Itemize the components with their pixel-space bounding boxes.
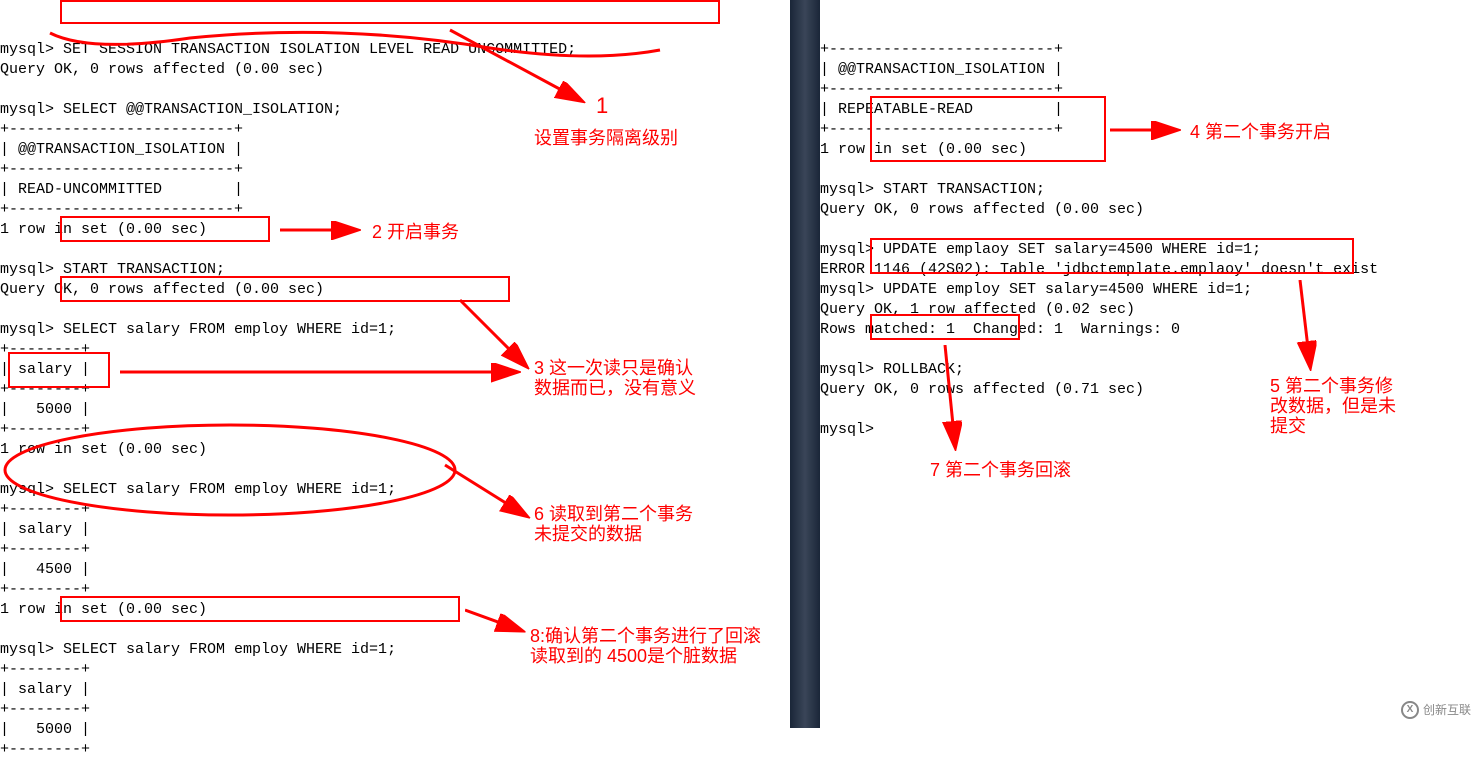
annot-4: 4 第二个事务开启 bbox=[1190, 122, 1331, 142]
hl-box-4 bbox=[870, 96, 1106, 162]
arrow-1 bbox=[430, 20, 610, 120]
annot-1-text: 设置事务隔离级别 bbox=[534, 128, 678, 148]
hl-box-5 bbox=[870, 238, 1354, 274]
hl-oval-6 bbox=[0, 420, 460, 520]
arrow-4 bbox=[1110, 120, 1190, 140]
hl-box-8 bbox=[60, 596, 460, 622]
arrow-3b bbox=[450, 290, 540, 380]
watermark: X 创新互联 bbox=[1401, 700, 1471, 720]
hl-box-3 bbox=[60, 276, 510, 302]
annot-6: 6 读取到第二个事务 未提交的数据 bbox=[534, 504, 693, 544]
annot-3: 3 这一次读只是确认 数据而已，没有意义 bbox=[534, 358, 696, 398]
annot-5: 5 第二个事务修 改数据，但是未 提交 bbox=[1270, 376, 1396, 436]
hl-box-3-value bbox=[8, 352, 110, 388]
annot-2: 2 开启事务 bbox=[372, 222, 459, 242]
hl-box-2 bbox=[60, 216, 270, 242]
watermark-text: 创新互联 bbox=[1423, 700, 1471, 720]
arrow-2 bbox=[280, 220, 370, 240]
arrow-8 bbox=[465, 600, 530, 640]
arrow-7 bbox=[930, 345, 980, 460]
window-divider bbox=[790, 0, 820, 728]
watermark-logo-icon: X bbox=[1401, 701, 1419, 719]
hl-box-7 bbox=[870, 314, 1020, 340]
annot-8: 8:确认第二个事务进行了回滚 读取到的 4500是个脏数据 bbox=[530, 626, 761, 666]
arrow-5 bbox=[1280, 280, 1330, 375]
arrow-6 bbox=[440, 460, 535, 530]
annot-7: 7 第二个事务回滚 bbox=[930, 460, 1071, 480]
